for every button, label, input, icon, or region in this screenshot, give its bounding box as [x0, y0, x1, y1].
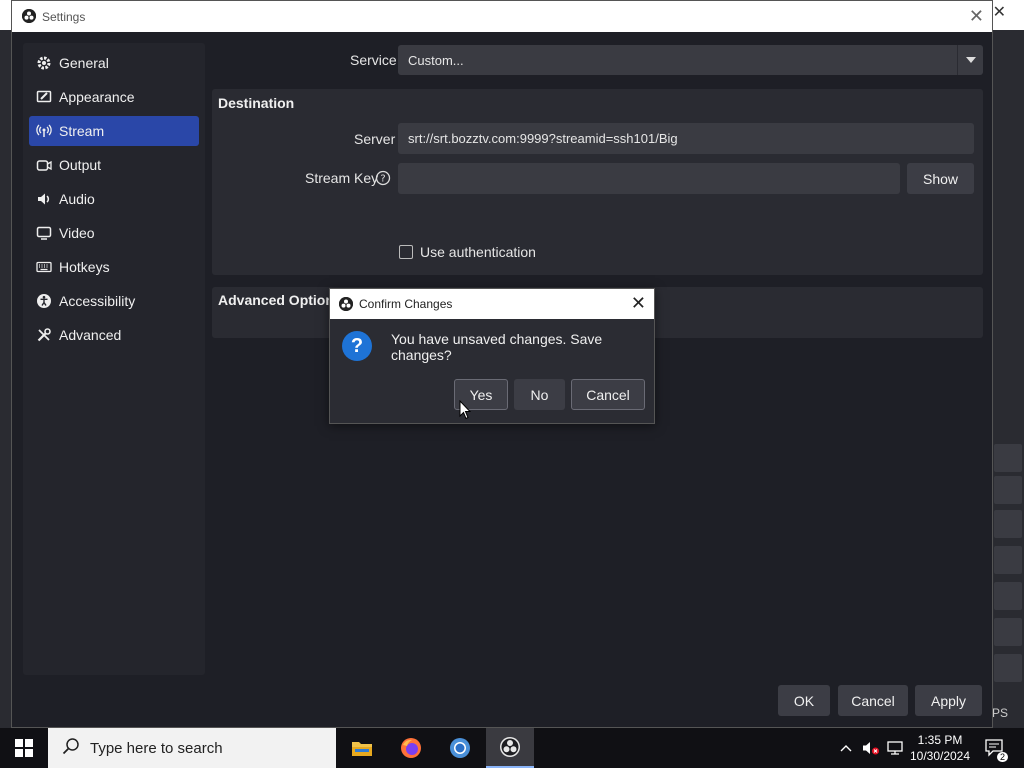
sidebar-item-hotkeys[interactable]: Hotkeys [29, 252, 199, 282]
dialog-close-icon[interactable]: ✕ [631, 293, 646, 314]
stream-key-label: Stream Key [305, 170, 379, 186]
search-icon [62, 737, 80, 759]
use-authentication-label: Use authentication [420, 244, 536, 260]
settings-titlebar: Settings ✕ [12, 1, 992, 32]
firefox-icon[interactable] [387, 728, 435, 768]
obs-logo-icon [339, 297, 353, 311]
monitor-icon [35, 224, 53, 242]
background-block [994, 510, 1022, 538]
dialog-message: You have unsaved changes. Save changes? [391, 331, 603, 363]
mouse-cursor-icon [459, 399, 472, 423]
background-block [994, 582, 1022, 610]
use-authentication-checkbox[interactable] [399, 245, 413, 259]
sidebar-item-audio[interactable]: Audio [29, 184, 199, 214]
svg-text:?: ? [380, 174, 385, 185]
chrome-icon[interactable] [436, 728, 484, 768]
dialog-titlebar: Confirm Changes ✕ [330, 289, 654, 319]
sidebar-item-appearance[interactable]: Appearance [29, 82, 199, 112]
network-icon[interactable] [884, 728, 906, 768]
background-block [994, 654, 1022, 682]
settings-sidebar: General Appearance Stream Output Audio V… [23, 43, 205, 675]
advanced-options-title: Advanced Option [218, 292, 334, 308]
accessibility-icon [35, 292, 53, 310]
destination-section: Destination Server srt://srt.bozztv.com:… [212, 89, 983, 275]
broadcast-icon [35, 122, 53, 140]
taskbar-search-box[interactable]: Type here to search [48, 728, 336, 768]
question-icon: ? [342, 331, 372, 361]
background-block [994, 476, 1022, 504]
notification-count-badge: 2 [996, 752, 1008, 762]
background-gear-icon[interactable] [994, 546, 1022, 574]
dialog-cancel-button[interactable]: Cancel [571, 379, 645, 410]
appearance-icon [35, 88, 53, 106]
volume-muted-icon[interactable] [860, 728, 882, 768]
tools-icon [35, 326, 53, 344]
windows-start-icon[interactable] [0, 728, 48, 768]
taskbar-clock[interactable]: 1:35 PM 10/30/2024 [905, 732, 975, 764]
sidebar-item-general[interactable]: General [29, 48, 199, 78]
sidebar-item-output[interactable]: Output [29, 150, 199, 180]
gear-icon [35, 54, 53, 72]
sidebar-item-label: Output [59, 157, 102, 173]
search-placeholder: Type here to search [90, 739, 223, 757]
file-explorer-icon[interactable] [338, 728, 386, 768]
no-button[interactable]: No [514, 379, 565, 410]
chevron-up-icon[interactable] [836, 728, 856, 768]
show-key-button[interactable]: Show [907, 163, 974, 194]
sidebar-item-accessibility[interactable]: Accessibility [29, 286, 199, 316]
service-value: Custom... [408, 52, 464, 68]
background-block [994, 618, 1022, 646]
stream-key-input[interactable] [398, 163, 900, 194]
server-input[interactable]: srt://srt.bozztv.com:9999?streamid=ssh10… [398, 123, 974, 154]
server-value: srt://srt.bozztv.com:9999?streamid=ssh10… [408, 131, 678, 146]
background-close-icon[interactable]: ✕ [993, 2, 1006, 22]
sidebar-item-advanced[interactable]: Advanced [29, 320, 199, 350]
ok-button[interactable]: OK [778, 685, 830, 716]
keyboard-icon [35, 258, 53, 276]
sidebar-item-label: Video [59, 225, 95, 241]
background-fps-label: PS [992, 706, 1009, 720]
chevron-down-icon[interactable] [957, 45, 983, 75]
service-label: Service [350, 52, 397, 68]
cancel-button[interactable]: Cancel [838, 685, 908, 716]
settings-title: Settings [42, 10, 86, 24]
settings-close-icon[interactable]: ✕ [969, 6, 984, 27]
obs-icon[interactable] [486, 728, 534, 768]
windows-taskbar: Type here to search 1:35 PM 10/30/2024 2 [0, 728, 1024, 768]
sidebar-item-label: Advanced [59, 327, 122, 343]
speaker-icon [35, 190, 53, 208]
server-label: Server [354, 131, 396, 147]
sidebar-item-label: Hotkeys [59, 259, 110, 275]
obs-logo-icon [22, 9, 36, 23]
sidebar-item-label: Stream [59, 123, 105, 139]
clock-date: 10/30/2024 [909, 749, 971, 763]
sidebar-item-label: Audio [59, 191, 95, 207]
sidebar-item-label: Appearance [59, 89, 135, 105]
clock-time: 1:35 PM [917, 733, 963, 747]
destination-title: Destination [218, 95, 295, 111]
background-dock-icon[interactable] [994, 444, 1022, 472]
sidebar-item-label: General [59, 55, 109, 71]
output-icon [35, 156, 53, 174]
sidebar-item-label: Accessibility [59, 293, 136, 309]
service-select[interactable]: Custom... [398, 45, 983, 75]
confirm-changes-dialog: Confirm Changes ✕ ? You have unsaved cha… [329, 288, 655, 424]
dialog-title: Confirm Changes [359, 297, 453, 311]
sidebar-item-video[interactable]: Video [29, 218, 199, 248]
sidebar-item-stream[interactable]: Stream [29, 116, 199, 146]
apply-button[interactable]: Apply [915, 685, 982, 716]
background-right-panel: PS [992, 30, 1024, 728]
help-icon[interactable]: ? [375, 170, 391, 189]
notification-center-icon[interactable]: 2 [980, 728, 1010, 768]
